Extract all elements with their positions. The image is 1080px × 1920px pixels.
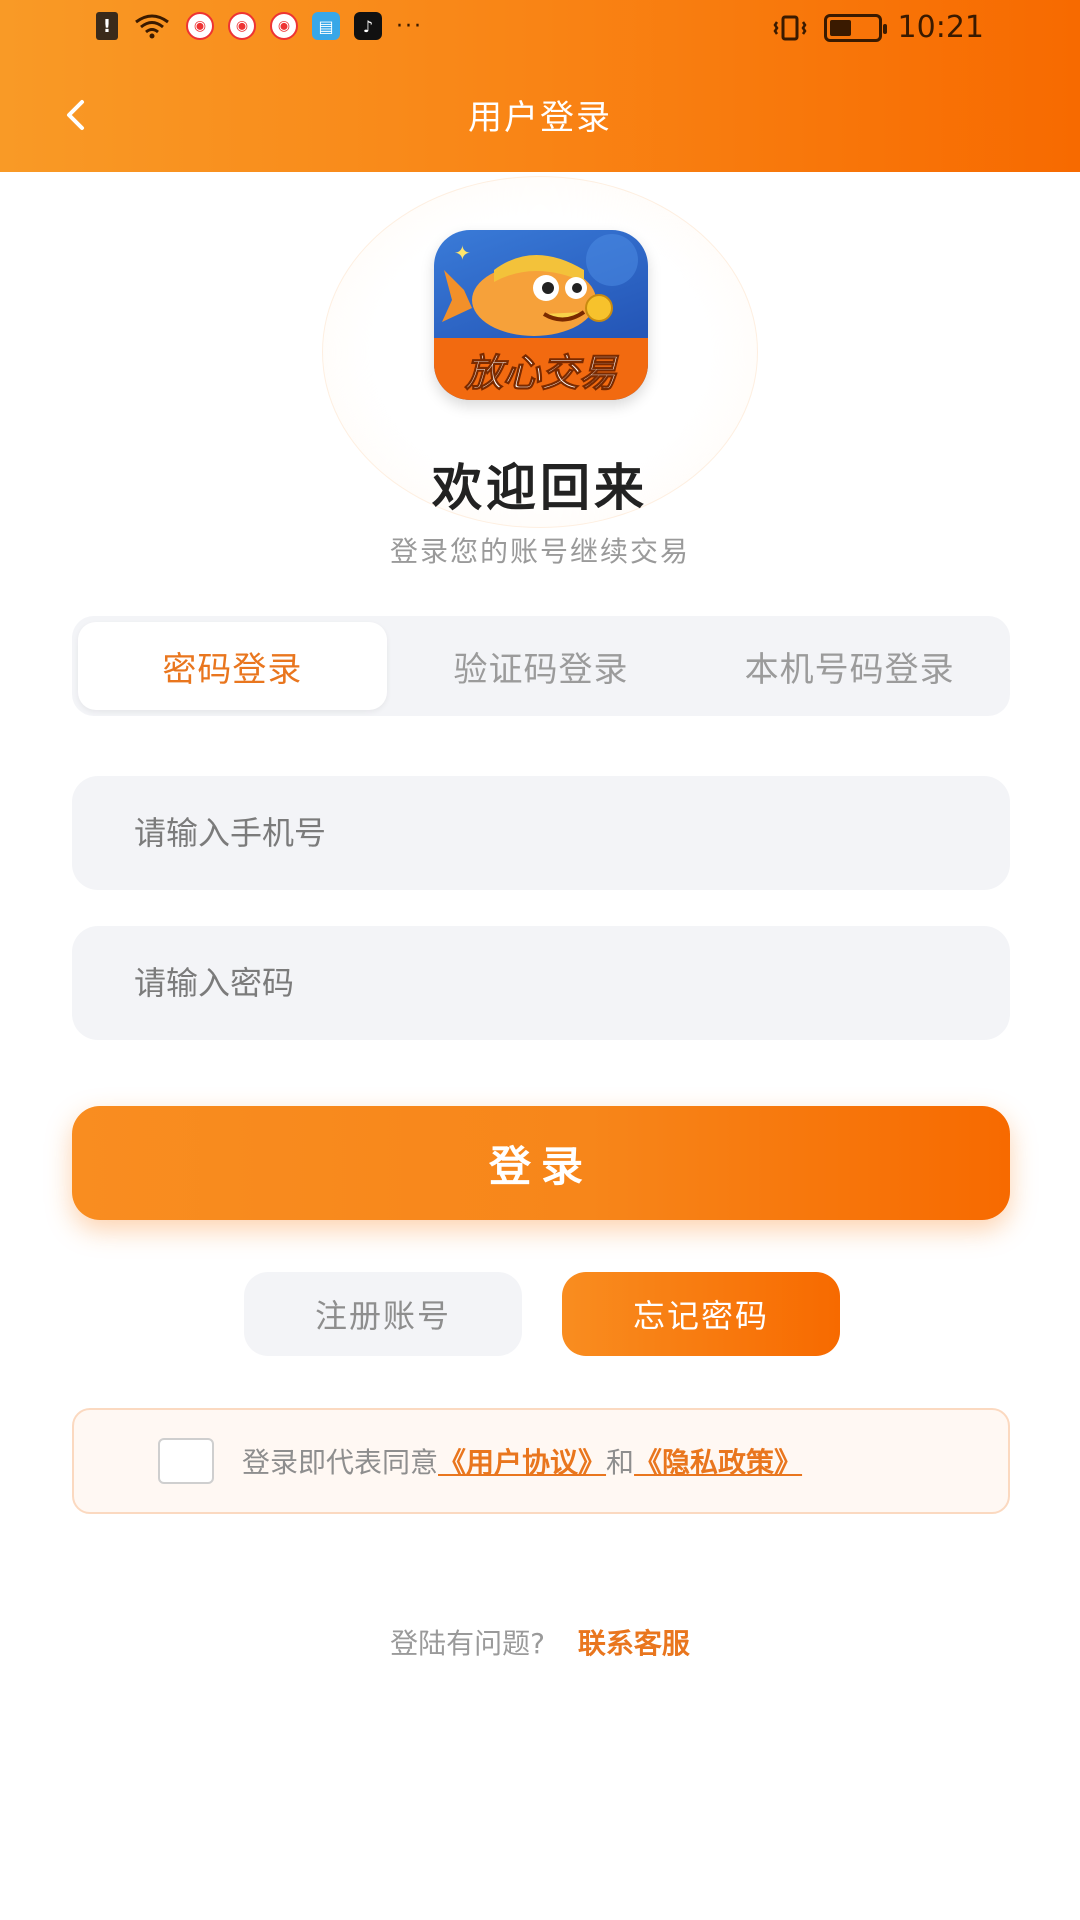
login-button[interactable]: 登录 [72,1106,1010,1220]
battery-icon [823,13,887,42]
status-left-icons: ! ◉ ◉ ◉ ▤ ♪ ··· [96,12,423,40]
user-agreement-link[interactable]: 《用户协议》 [438,1441,606,1481]
svg-text:✦: ✦ [454,241,471,265]
status-time: 10:21 [897,10,984,45]
agreement-prefix: 登录即代表同意 [242,1446,439,1479]
tab-sms-code-login[interactable]: 验证码登录 [387,622,696,710]
status-bar: ! ◉ ◉ ◉ ▤ ♪ ··· 10:21 [0,0,1080,58]
login-method-tabs: 密码登录 验证码登录 本机号码登录 [72,616,1010,716]
weibo-icon: ◉ [228,12,256,40]
logo-banner-text: 放心交易 [434,338,648,400]
tab-local-number-login[interactable]: 本机号码登录 [695,622,1004,710]
alert-icon: ! [96,12,118,40]
contact-support-link[interactable]: 联系客服 [578,1627,690,1660]
more-notifications-icon: ··· [396,13,423,39]
help-question: 登陆有问题? [390,1627,545,1660]
weibo-icon: ◉ [186,12,214,40]
password-input[interactable] [134,964,1010,1002]
battery-level [829,19,851,36]
welcome-subtitle: 登录您的账号继续交易 [389,535,690,568]
status-right-icons: 10:21 [772,10,984,45]
weibo-icon: ◉ [270,12,298,40]
forgot-password-button[interactable]: 忘记密码 [562,1272,840,1356]
phone-input[interactable] [134,814,1010,852]
agreement-checkbox[interactable] [158,1438,214,1484]
wifi-icon [135,14,169,39]
welcome-title: 欢迎回来 [432,459,648,517]
agreement-and: 和 [606,1446,635,1479]
book-icon: ▤ [312,12,340,40]
privacy-policy-link[interactable]: 《隐私政策》 [634,1441,802,1481]
phone-field[interactable] [72,776,1010,890]
fish-mascot-icon: ✦ [442,234,638,336]
help-row: 登陆有问题? 联系客服 [0,1622,1080,1662]
agreement-box: 登录即代表同意 《用户协议》 和 《隐私政策》 [72,1408,1010,1514]
page-title: 用户登录 [468,98,612,138]
vibrate-icon [773,15,807,40]
register-button[interactable]: 注册账号 [244,1272,522,1356]
password-field[interactable] [72,926,1010,1040]
app-logo: ✦ 放心交易 [434,230,648,400]
tab-password-login[interactable]: 密码登录 [78,622,387,710]
tiktok-icon: ♪ [354,12,382,40]
